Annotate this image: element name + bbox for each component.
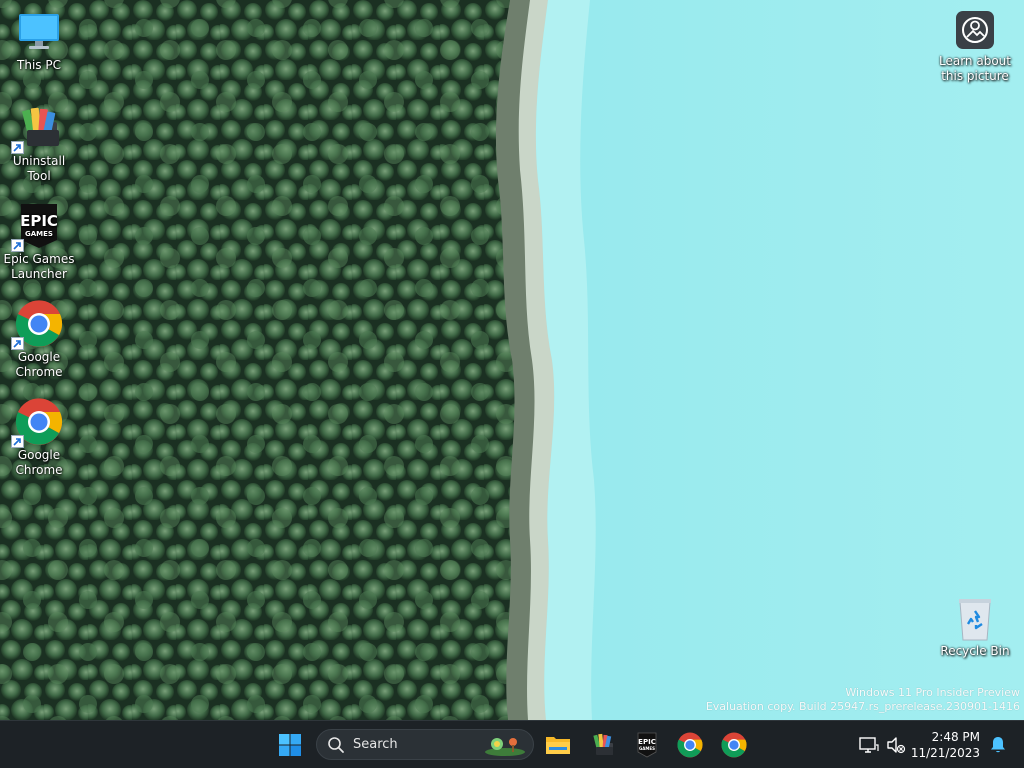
taskbar-uninstall-tool[interactable] xyxy=(585,727,621,763)
clock-time: 2:48 PM xyxy=(931,730,980,744)
notifications-button[interactable] xyxy=(984,727,1012,763)
taskbar-chrome-1[interactable] xyxy=(672,727,708,763)
chrome-icon xyxy=(11,398,63,448)
shortcut-arrow-icon xyxy=(11,435,24,448)
network-monitor-icon xyxy=(859,737,879,753)
desktop-icon-label: Google Chrome xyxy=(15,350,63,379)
watermark-line-2: Evaluation copy. Build 25947.rs_prerelea… xyxy=(705,700,1020,713)
svg-text:EPIC: EPIC xyxy=(638,738,656,746)
shortcut-arrow-icon xyxy=(11,337,24,350)
desktop-icon-recycle-bin[interactable]: Recycle Bin xyxy=(936,596,1014,659)
search-icon xyxy=(328,737,344,753)
spotlight-camera-icon xyxy=(955,10,995,50)
desktop-icon-this-pc[interactable]: This PC xyxy=(0,8,78,73)
chrome-icon xyxy=(11,300,63,350)
bell-icon xyxy=(991,737,1005,753)
speaker-muted-icon xyxy=(887,737,906,754)
taskbar-chrome-2[interactable] xyxy=(716,727,752,763)
search-highlight-icon xyxy=(485,738,525,756)
clock-button[interactable]: 2:48 PM 11/21/2023 xyxy=(911,729,980,761)
taskbar-search-box[interactable]: Search xyxy=(316,729,534,760)
desktop-icon-label: Uninstall Tool xyxy=(12,154,66,183)
taskbar-epic-games[interactable]: EPIC GAMES xyxy=(629,727,665,763)
shortcut-arrow-icon xyxy=(11,141,24,154)
svg-text:GAMES: GAMES xyxy=(639,746,655,751)
desktop-icon-google-chrome-1[interactable]: Google Chrome xyxy=(0,300,78,380)
epic-games-icon: EPIC GAMES xyxy=(637,732,657,758)
watermark-line-1: Windows 11 Pro Insider Preview xyxy=(845,686,1020,699)
svg-text:GAMES: GAMES xyxy=(25,230,53,238)
desktop-icon-label: This PC xyxy=(17,58,61,72)
desktop-icon-learn-about-picture[interactable]: Learn about this picture xyxy=(936,10,1014,84)
shortcut-arrow-icon xyxy=(11,239,24,252)
desktop-icon-label: Epic Games Launcher xyxy=(3,252,75,281)
uninstall-tool-icon xyxy=(11,104,63,154)
desktop-icon-google-chrome-2[interactable]: Google Chrome xyxy=(0,398,78,478)
volume-button[interactable] xyxy=(880,727,912,763)
svg-text:EPIC: EPIC xyxy=(20,212,58,230)
desktop: This PC Uninstall Tool EPIC GAMES Epic G… xyxy=(0,0,1024,720)
file-explorer-icon xyxy=(546,737,570,754)
epic-games-icon: EPIC GAMES xyxy=(11,202,63,252)
desktop-icon-label: Learn about this picture xyxy=(939,54,1011,83)
desktop-icon-uninstall-tool[interactable]: Uninstall Tool xyxy=(0,104,78,184)
desktop-icon-label: Recycle Bin xyxy=(940,644,1010,658)
search-placeholder: Search xyxy=(353,737,398,752)
windows-watermark: Windows 11 Pro Insider Preview Evaluatio… xyxy=(706,686,1020,714)
computer-monitor-icon xyxy=(15,8,63,56)
uninstall-tool-icon xyxy=(593,733,613,755)
chrome-icon xyxy=(677,732,703,758)
clock-date: 11/21/2023 xyxy=(910,746,980,760)
taskbar: Search EPIC GAMES 2:48 PM 11/21/2023 xyxy=(0,720,1024,768)
start-button[interactable] xyxy=(272,727,308,763)
taskbar-file-explorer[interactable] xyxy=(540,727,576,763)
desktop-icon-epic-games[interactable]: EPIC GAMES Epic Games Launcher xyxy=(0,202,78,282)
wallpaper-image xyxy=(0,0,1024,720)
start-windows-icon xyxy=(279,734,301,756)
chrome-icon xyxy=(721,732,747,758)
recycle-bin-icon xyxy=(955,596,995,642)
desktop-icon-label: Google Chrome xyxy=(15,448,63,477)
